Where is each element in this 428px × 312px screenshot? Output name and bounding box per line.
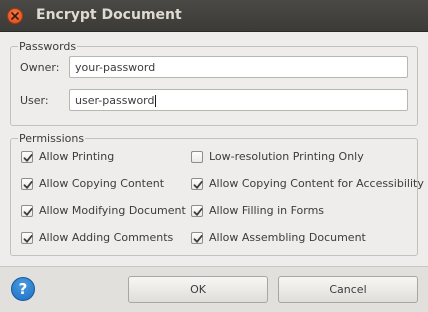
user-password-field[interactable]: user-password	[69, 89, 408, 111]
checkbox-label: Allow Assembling Document	[209, 231, 366, 244]
checkbox[interactable]	[191, 232, 203, 244]
checkbox[interactable]	[191, 205, 203, 217]
checkmark-icon	[193, 181, 203, 189]
owner-label: Owner:	[20, 61, 60, 74]
close-icon[interactable]	[7, 8, 23, 24]
checkbox[interactable]	[21, 151, 33, 163]
window-title: Encrypt Document	[36, 7, 182, 23]
checkmark-icon	[193, 235, 203, 243]
checkmark-icon	[23, 235, 33, 243]
checkmark-icon	[23, 208, 33, 216]
checkbox-label: Allow Adding Comments	[39, 231, 174, 244]
title-bar: Encrypt Document	[0, 0, 428, 32]
checkbox-label: Allow Modifying Document	[39, 204, 186, 217]
dialog-footer: ? OK Cancel	[0, 266, 428, 312]
checkbox[interactable]	[21, 232, 33, 244]
checkbox[interactable]	[191, 178, 203, 190]
dialog-content: Passwords Owner: your-password User: use…	[0, 32, 428, 266]
help-icon[interactable]: ?	[11, 277, 35, 301]
checkbox[interactable]	[21, 178, 33, 190]
checkbox-label: Allow Copying Content	[39, 177, 165, 190]
checkbox-label: Allow Filling in Forms	[209, 204, 325, 217]
passwords-legend: Passwords	[18, 40, 78, 53]
checkbox[interactable]	[191, 151, 203, 163]
cancel-button[interactable]: Cancel	[278, 276, 418, 303]
owner-password-value: your-password	[75, 61, 156, 74]
checkmark-icon	[23, 154, 33, 162]
checkmark-icon	[193, 208, 203, 216]
permissions-group: Permissions Allow Printing Low-resolutio…	[10, 132, 424, 256]
checkbox-label: Low-resolution Printing Only	[209, 150, 364, 163]
text-caret	[155, 95, 157, 107]
checkbox-label: Allow Printing	[39, 150, 115, 163]
checkbox[interactable]	[21, 205, 33, 217]
permissions-legend: Permissions	[18, 132, 86, 145]
user-label: User:	[20, 94, 49, 107]
checkbox-label: Allow Copying Content for Accessibility	[209, 177, 424, 190]
owner-password-field[interactable]: your-password	[69, 56, 408, 78]
checkmark-icon	[23, 181, 33, 189]
user-password-value: user-password	[75, 94, 155, 107]
passwords-group: Passwords Owner: your-password User: use…	[10, 40, 418, 126]
ok-button[interactable]: OK	[128, 276, 268, 303]
